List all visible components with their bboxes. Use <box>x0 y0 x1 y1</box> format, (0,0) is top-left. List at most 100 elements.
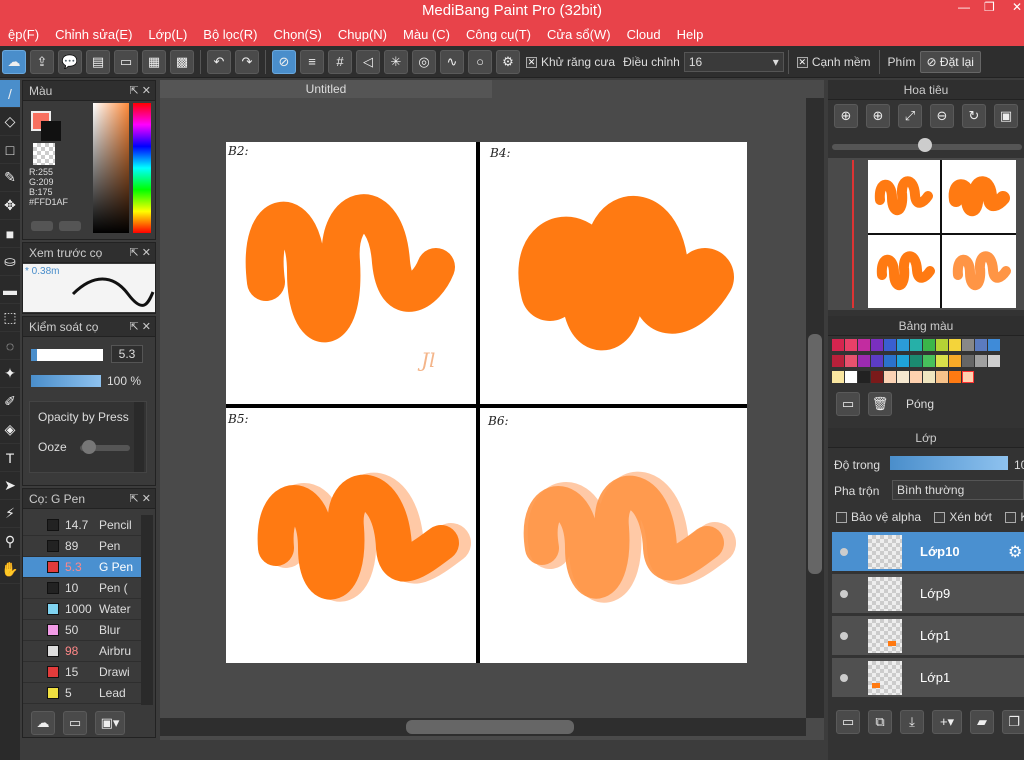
gradient-tool-icon[interactable]: ▬ <box>0 276 20 304</box>
add-brush-icon[interactable]: ☁ <box>31 711 55 735</box>
menu-snap[interactable]: Chụp(N) <box>330 27 395 42</box>
fill-tool-icon[interactable]: ■ <box>0 220 20 248</box>
brush-menu-icon[interactable]: ▣▾ <box>95 711 125 735</box>
layer-row-selected[interactable]: Lớp10 ⚙ <box>832 532 1024 572</box>
rotate-icon[interactable]: ↻ <box>962 104 986 128</box>
saturation-value-picker[interactable] <box>93 103 129 233</box>
brush-item[interactable]: 50 Blur <box>23 620 141 641</box>
cloud-icon[interactable]: ☁ <box>2 49 26 74</box>
navigator-preview[interactable] <box>828 158 1024 310</box>
close-icon[interactable]: ✕ <box>1012 0 1022 14</box>
rectangle-tool-icon[interactable]: □ <box>0 136 20 164</box>
new-brush-icon[interactable]: ▭ <box>63 711 87 735</box>
visibility-icon[interactable] <box>840 590 848 598</box>
menu-color[interactable]: Màu (C) <box>395 27 458 42</box>
hue-slider[interactable] <box>133 103 151 233</box>
visibility-icon[interactable] <box>840 674 848 682</box>
parallel-snap-icon[interactable]: ≡ <box>300 49 324 74</box>
color-palette[interactable] <box>832 338 1024 386</box>
antialias-checkbox[interactable]: ✕ Khử răng cưa <box>526 55 615 69</box>
color-mode-button[interactable] <box>31 221 53 231</box>
options-scrollbar[interactable] <box>134 402 144 472</box>
tab-untitled[interactable]: Untitled <box>160 80 492 98</box>
clip-checkbox[interactable]: Xén bớt <box>934 510 992 524</box>
move-tool-icon[interactable]: ✥ <box>0 192 20 220</box>
brush-item[interactable]: 98 Airbru <box>23 641 141 662</box>
lock-checkbox[interactable]: K <box>1005 510 1024 524</box>
radial-snap-icon[interactable]: ✳ <box>384 49 408 74</box>
panel-icon[interactable]: ▦ <box>142 49 166 74</box>
redo-icon[interactable]: ↷ <box>235 49 259 74</box>
brush-list-scrollbar[interactable] <box>141 515 153 705</box>
protect-alpha-checkbox[interactable]: Bảo vệ alpha <box>836 510 921 524</box>
horizontal-scroll-thumb[interactable] <box>406 720 574 734</box>
layer-settings-gear-icon[interactable]: ⚙ <box>1008 542 1022 562</box>
visibility-icon[interactable] <box>840 548 848 556</box>
color-swap-button[interactable] <box>59 221 81 231</box>
settings-gear-icon[interactable]: ⚙ <box>496 49 520 74</box>
layer-opacity-slider[interactable] <box>890 456 1008 470</box>
brush-item[interactable]: 1000 Water <box>23 599 141 620</box>
speech-bubble-icon[interactable]: 💬 <box>58 49 82 74</box>
divide-tool-icon[interactable]: ⚡ <box>0 500 20 528</box>
document-canvas[interactable]: B2: Jl B4: B5: B6: <box>226 142 747 663</box>
select-pen-icon[interactable]: ✐ <box>0 388 20 416</box>
page-icon[interactable]: ▭ <box>114 49 138 74</box>
menu-filter[interactable]: Bộ lọc(R) <box>195 27 265 42</box>
new-layer-icon[interactable]: ▭ <box>836 710 860 734</box>
menu-cloud[interactable]: Cloud <box>619 27 669 42</box>
brush-item[interactable]: 89 Pen <box>23 536 141 557</box>
brush-item[interactable]: 5 Lead <box>23 683 141 704</box>
magic-wand-icon[interactable]: ✦ <box>0 360 20 388</box>
brush-size-value[interactable]: 5.3 <box>111 345 143 363</box>
eraser-tool-icon[interactable]: ◇ <box>0 108 20 136</box>
panel-close-icon[interactable]: ⇱ ✕ <box>130 489 152 509</box>
concentric-snap-icon[interactable]: ◎ <box>412 49 436 74</box>
panel-close-icon[interactable]: ⇱ ✕ <box>130 243 152 263</box>
menu-select[interactable]: Chọn(S) <box>265 27 329 42</box>
duplicate-layer-icon[interactable]: ❐ <box>1002 710 1024 734</box>
layer-row[interactable]: Lớp1 <box>832 658 1024 698</box>
add-layer-menu-icon[interactable]: +▾ <box>932 710 962 734</box>
brush-item[interactable]: 15 Drawi <box>23 662 141 683</box>
menu-file[interactable]: ệp(F) <box>0 27 47 42</box>
crosshatch-snap-icon[interactable]: # <box>328 49 352 74</box>
text-tool-icon[interactable]: T <box>0 444 20 472</box>
zoom-in-alt-icon[interactable]: ⊕ <box>866 104 890 128</box>
pen-tool-icon[interactable]: ✎ <box>0 164 20 192</box>
brush-opacity-slider[interactable] <box>31 375 101 387</box>
menu-help[interactable]: Help <box>669 27 712 42</box>
lasso-tool-icon[interactable]: ◌ <box>0 332 20 360</box>
eyedropper-icon[interactable]: ⚲ <box>0 528 20 556</box>
select-tool-icon[interactable]: ⬚ <box>0 304 20 332</box>
folder-icon[interactable]: ▰ <box>970 710 994 734</box>
vanishing-point-icon[interactable]: ◁ <box>356 49 380 74</box>
brush-size-slider[interactable] <box>31 349 103 361</box>
brush-item-selected[interactable]: 5.3 G Pen <box>23 557 141 578</box>
visibility-icon[interactable] <box>840 632 848 640</box>
copy-layer-icon[interactable]: ⧉ <box>868 710 892 734</box>
fit-icon[interactable]: ⤢ <box>898 104 922 128</box>
minimize-icon[interactable]: — <box>958 0 970 14</box>
menu-edit[interactable]: Chỉnh sửa(E) <box>47 27 140 42</box>
grid-icon[interactable]: ▩ <box>170 49 194 74</box>
reset-button[interactable]: ⊘ Đặt lại <box>919 50 981 73</box>
brush-item[interactable]: 14.7 Pencil <box>23 515 141 536</box>
undo-icon[interactable]: ↶ <box>207 49 231 74</box>
bucket-tool-icon[interactable]: ⛀ <box>0 248 20 276</box>
blend-mode-select[interactable]: Bình thường <box>892 480 1024 500</box>
hand-tool-icon[interactable]: ✋ <box>0 556 20 584</box>
export-icon[interactable]: ⇪ <box>30 49 54 74</box>
smooth-edge-checkbox[interactable]: ✕ Cạnh mềm <box>796 55 871 69</box>
transparent-swatch[interactable] <box>33 143 55 165</box>
vertical-scroll-thumb[interactable] <box>808 334 822 574</box>
operation-tool-icon[interactable]: ➤ <box>0 472 20 500</box>
zoom-slider-thumb[interactable] <box>918 138 932 152</box>
layer-row[interactable]: Lớp9 <box>832 574 1024 614</box>
select-eraser-icon[interactable]: ◈ <box>0 416 20 444</box>
merge-layer-icon[interactable]: ⤓ <box>900 710 924 734</box>
zoom-out-icon[interactable]: ⊖ <box>930 104 954 128</box>
zoom-in-icon[interactable]: ⊕ <box>834 104 858 128</box>
new-palette-icon[interactable]: ▭ <box>836 392 860 416</box>
background-color-swatch[interactable] <box>41 121 61 141</box>
